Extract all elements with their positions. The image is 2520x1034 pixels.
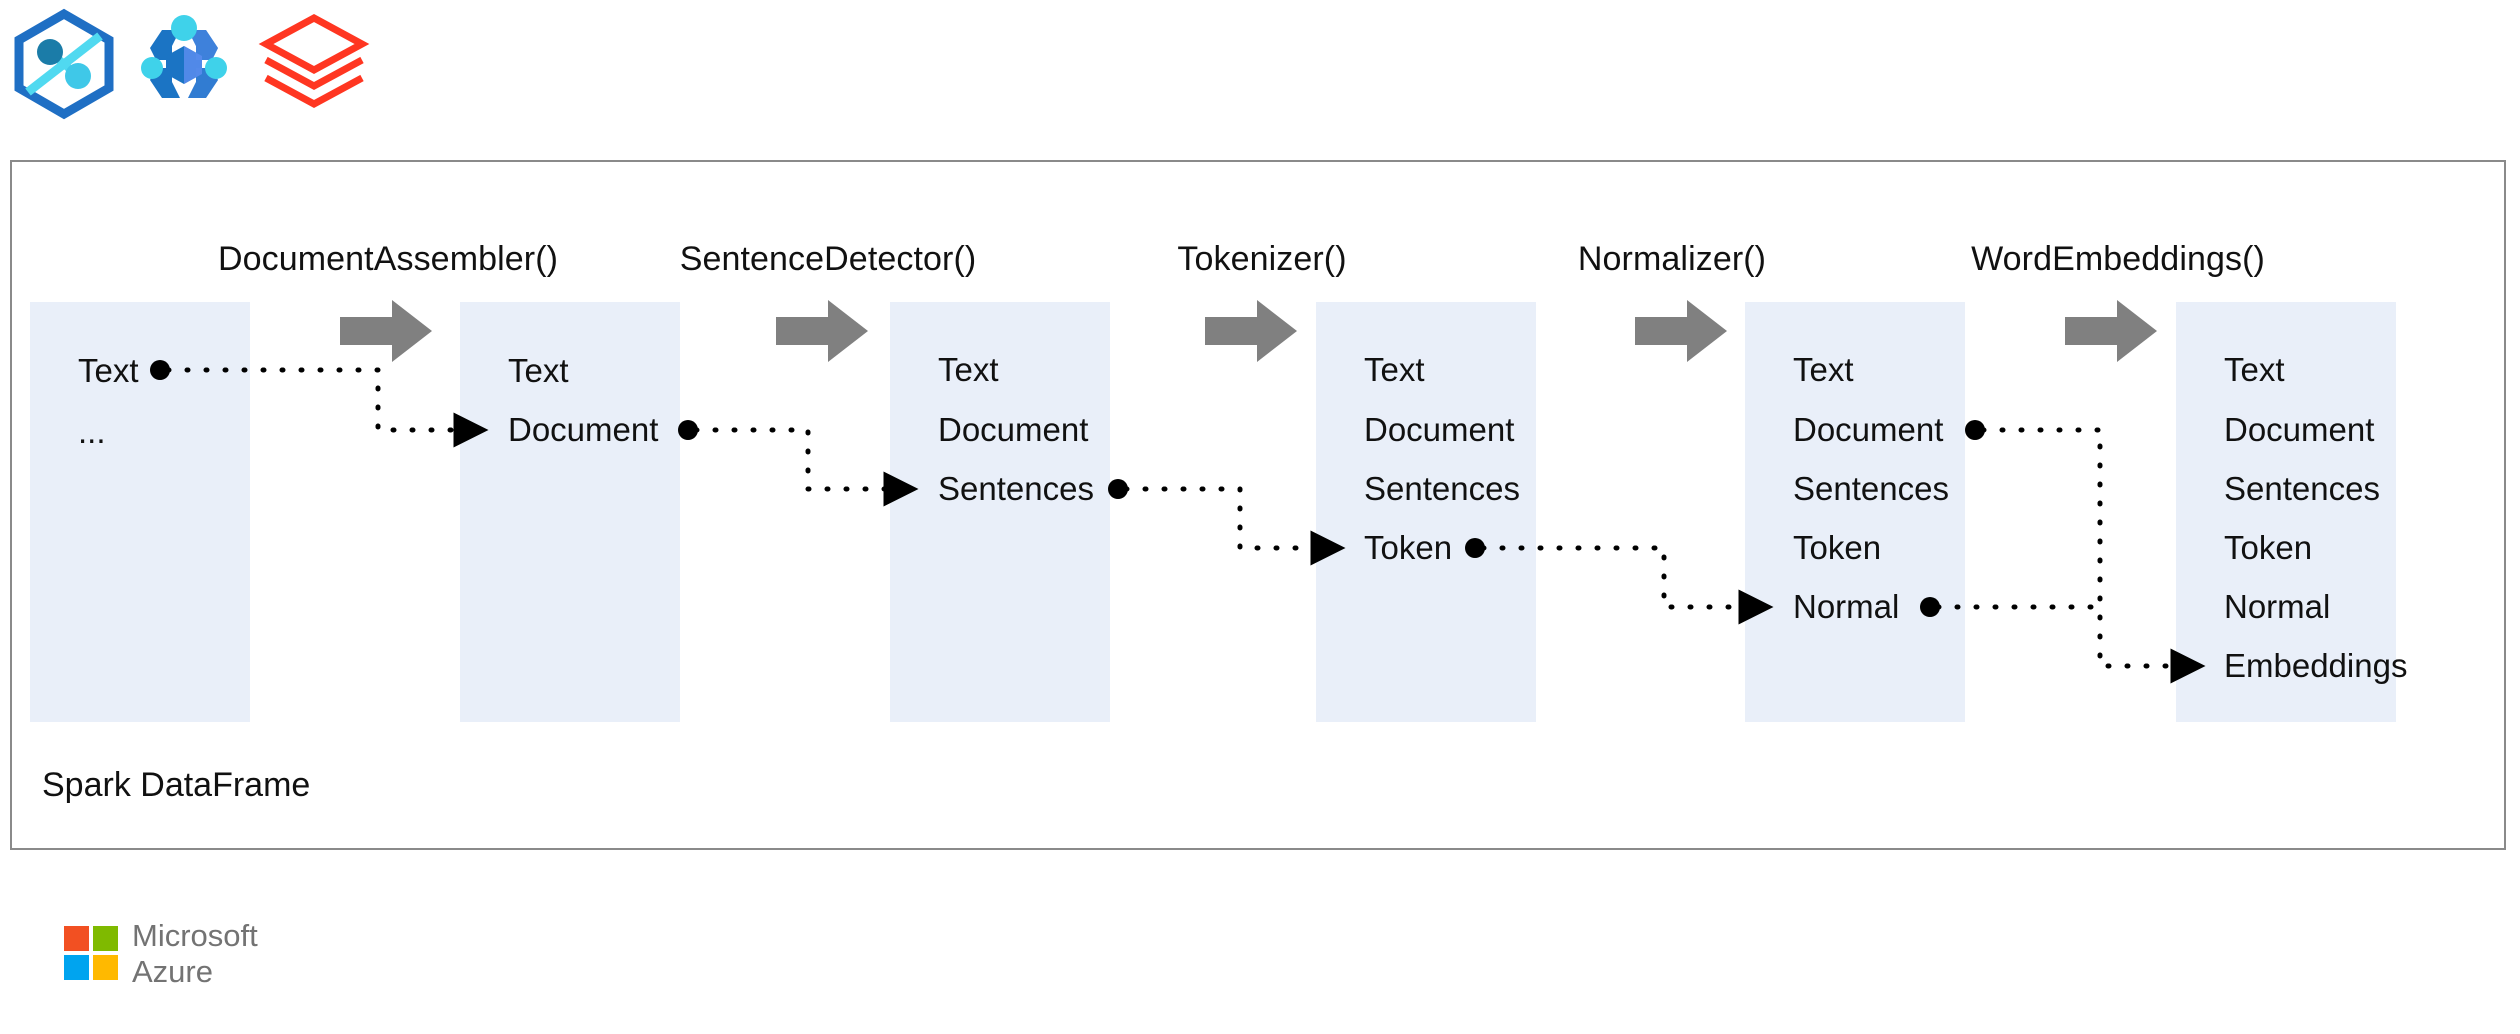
field-token: Token xyxy=(2224,529,2313,566)
field-token: Token xyxy=(1364,529,1453,566)
field-sentences: Sentences xyxy=(1793,470,1949,507)
logo-strip xyxy=(0,0,420,130)
field-embeddings: Embeddings xyxy=(2224,647,2408,684)
field-document: Document xyxy=(508,411,659,448)
azure-machine-learning-logo-icon xyxy=(128,8,240,120)
field-document: Document xyxy=(1364,411,1515,448)
field-normal: Normal xyxy=(1793,588,1900,625)
field-text: Text xyxy=(938,351,999,388)
brand-line-azure: Azure xyxy=(132,954,213,989)
field-normal: Normal xyxy=(2224,588,2331,625)
stage-arrow-1-icon xyxy=(340,300,432,362)
document-assembler-dataframe-box xyxy=(460,302,680,722)
microsoft-square-yellow xyxy=(93,955,118,980)
field-text: Text xyxy=(1793,351,1854,388)
stage-label-document-assembler: DocumentAssembler() xyxy=(217,240,559,278)
field-document: Document xyxy=(2224,411,2375,448)
stage-arrow-4-icon xyxy=(1635,300,1727,362)
sentence-detector-dataframe-box xyxy=(890,302,1110,722)
brand-line-microsoft: Microsoft xyxy=(132,918,258,953)
microsoft-square-red xyxy=(64,926,89,951)
field-token: Token xyxy=(1793,529,1882,566)
stage-arrow-5-icon xyxy=(2065,300,2157,362)
field-text: Text xyxy=(78,352,139,389)
databricks-logo-icon xyxy=(258,8,370,120)
spark-dataframe-caption: Spark DataFrame xyxy=(42,766,311,804)
field-document: Document xyxy=(1793,411,1944,448)
stage-label-tokenizer: Tokenizer() xyxy=(1177,240,1347,278)
field-document: Document xyxy=(938,411,1089,448)
stage-label-word-embeddings: WordEmbeddings() xyxy=(1971,240,2265,278)
field-text: Text xyxy=(2224,351,2285,388)
microsoft-logo-icon xyxy=(64,926,118,980)
microsoft-azure-wordmark: Microsoft Azure xyxy=(132,918,258,990)
microsoft-azure-logo: Microsoft Azure xyxy=(64,918,384,998)
azure-synapse-analytics-logo-icon xyxy=(8,8,120,120)
stage-arrow-2-icon xyxy=(776,300,868,362)
field-ellipsis: ... xyxy=(78,413,106,450)
normalizer-dataframe-box xyxy=(1745,302,1965,722)
field-sentences: Sentences xyxy=(938,470,1094,507)
stage-label-sentence-detector: SentenceDetector() xyxy=(679,240,977,278)
microsoft-square-blue xyxy=(64,955,89,980)
tokenizer-dataframe-box xyxy=(1316,302,1536,722)
stage-arrow-3-icon xyxy=(1205,300,1297,362)
field-text: Text xyxy=(1364,351,1425,388)
field-sentences: Sentences xyxy=(2224,470,2380,507)
field-sentences: Sentences xyxy=(1364,470,1520,507)
field-text: Text xyxy=(508,352,569,389)
stage-label-normalizer: Normalizer() xyxy=(1577,240,1767,278)
input-dataframe-box xyxy=(30,302,250,722)
microsoft-square-green xyxy=(93,926,118,951)
